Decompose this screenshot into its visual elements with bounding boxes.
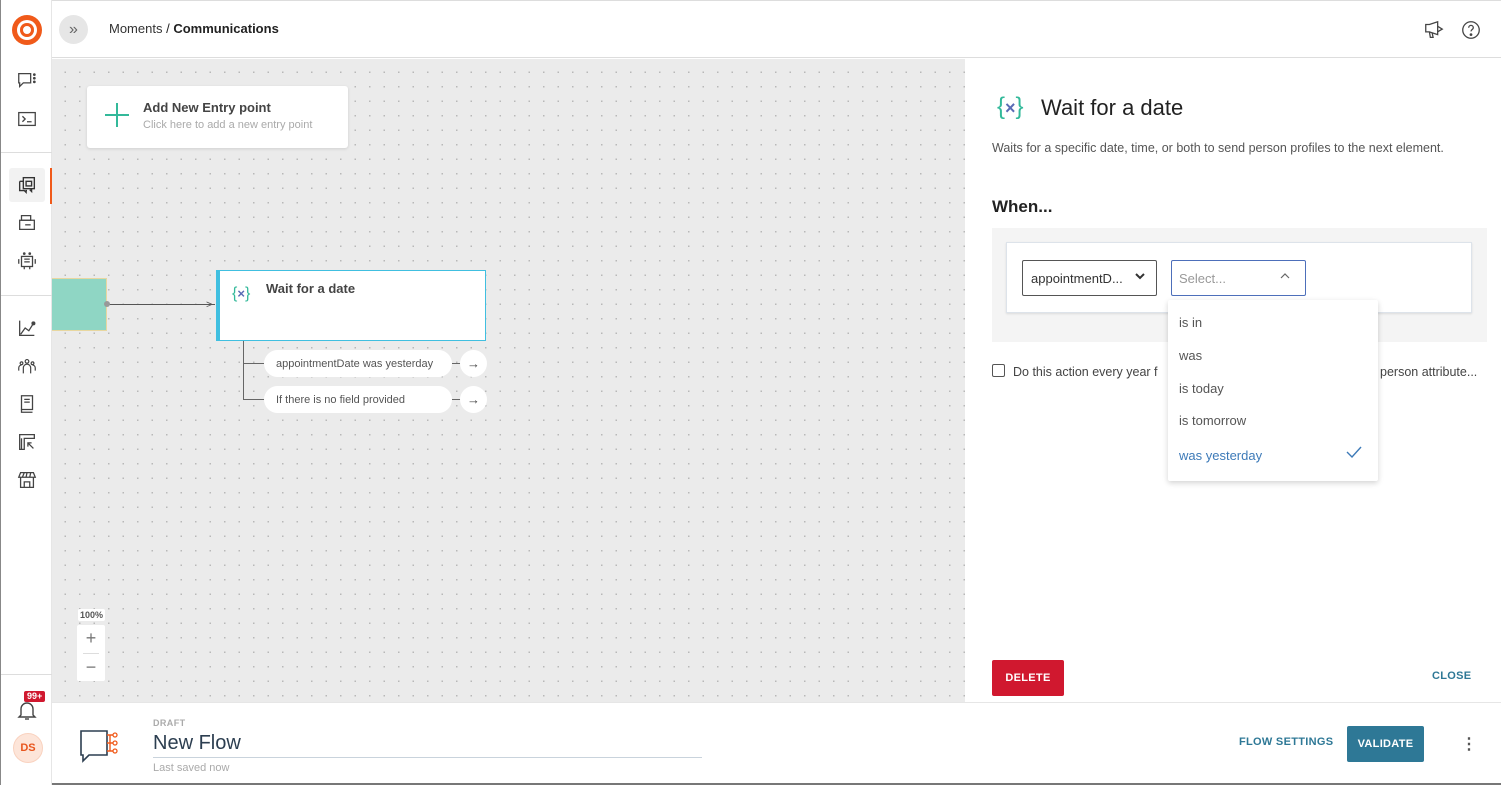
zoom-controls: + − <box>77 625 105 681</box>
nav-divider <box>1 674 52 675</box>
connector-line <box>107 304 215 305</box>
nav-exports-icon[interactable] <box>9 425 45 459</box>
plus-icon <box>104 102 130 128</box>
chevron-up-icon <box>1279 270 1291 285</box>
breadcrumb: Moments / Communications <box>109 21 279 36</box>
entry-point-title: Add New Entry point <box>143 100 271 115</box>
entry-point-subtitle: Click here to add a new entry point <box>143 119 313 131</box>
wait-node-title: Wait for a date <box>266 281 356 296</box>
nav-conversations-icon[interactable] <box>9 64 45 98</box>
nav-divider <box>1 295 52 296</box>
operator-option-is-today[interactable]: is today <box>1179 381 1224 396</box>
repeat-yearly-label: Do this action every year f <box>1013 365 1158 379</box>
zoom-in-button[interactable]: + <box>77 625 105 652</box>
operator-option-was[interactable]: was <box>1179 348 1202 363</box>
variable-braces-icon: {×} <box>232 285 251 302</box>
add-entry-point-card[interactable]: Add New Entry point Click here to add a … <box>87 86 348 148</box>
close-button[interactable]: CLOSE <box>1432 670 1471 682</box>
breadcrumb-moments[interactable]: Moments <box>109 21 162 36</box>
nav-console-icon[interactable] <box>9 102 45 136</box>
operator-select-placeholder: Select... <box>1179 270 1226 286</box>
branch-pill[interactable]: If there is no field provided <box>264 386 452 413</box>
operator-select[interactable]: Select... <box>1171 260 1306 296</box>
double-chevron-right-icon: » <box>69 20 78 38</box>
repeat-yearly-label-tail: person attribute... <box>1380 365 1478 379</box>
panel-title: Wait for a date <box>1041 95 1184 120</box>
top-header: » Moments / Communications <box>52 0 1501 58</box>
zoom-level: 100% <box>78 609 106 621</box>
nav-people-icon[interactable] <box>9 349 45 383</box>
brand-logo[interactable] <box>12 15 42 45</box>
last-saved-text: Last saved now <box>153 762 230 774</box>
flow-canvas[interactable]: Add New Entry point Click here to add a … <box>52 59 965 702</box>
zoom-out-button[interactable]: − <box>77 654 105 681</box>
branch-line <box>243 341 244 400</box>
nav-moments-icon[interactable] <box>9 168 45 202</box>
nav-store-icon[interactable] <box>9 463 45 497</box>
repeat-yearly-checkbox-row[interactable] <box>992 364 1013 377</box>
operator-option-is-in[interactable]: is in <box>1179 315 1202 330</box>
operator-option-is-tomorrow[interactable]: is tomorrow <box>1179 413 1246 428</box>
breadcrumb-current: Communications <box>173 21 279 36</box>
operator-dropdown-menu: is in was is today is tomorrow was yeste… <box>1168 300 1378 481</box>
chevron-down-icon <box>1134 270 1146 285</box>
checkmark-icon <box>1346 446 1362 458</box>
flow-chat-icon <box>80 730 118 763</box>
notification-count-badge: 99+ <box>24 691 46 702</box>
branch-arrow-right-icon[interactable]: → <box>460 386 487 413</box>
connector-handle[interactable] <box>104 301 110 307</box>
announcements-megaphone-icon[interactable] <box>1423 19 1445 41</box>
variable-braces-icon: {×} <box>997 93 1024 120</box>
attribute-select-value: appointmentD... <box>1031 270 1123 286</box>
more-options-icon[interactable]: ⋮ <box>1461 733 1477 755</box>
entry-node[interactable] <box>52 278 107 331</box>
validate-button[interactable]: VALIDATE <box>1347 726 1424 762</box>
flow-status-label: DRAFT <box>153 718 186 728</box>
flow-footer: DRAFT New Flow Last saved now FLOW SETTI… <box>52 702 1501 785</box>
user-avatar[interactable]: DS <box>13 733 43 763</box>
breadcrumb-separator: / <box>166 21 170 36</box>
operator-option-was-yesterday[interactable]: was yesterday <box>1179 448 1262 463</box>
flow-name-input[interactable]: New Flow <box>153 732 702 758</box>
branch-arrow-right-icon[interactable]: → <box>460 350 487 377</box>
nav-analytics-icon[interactable] <box>9 311 45 345</box>
flow-settings-button[interactable]: FLOW SETTINGS <box>1239 736 1333 748</box>
expand-sidebar-button[interactable]: » <box>59 15 88 44</box>
nav-templates-icon[interactable] <box>9 206 45 240</box>
branch-pill[interactable]: appointmentDate was yesterday <box>264 350 452 377</box>
repeat-yearly-checkbox[interactable] <box>992 364 1005 377</box>
left-navigation: 99+ DS <box>0 0 52 785</box>
nav-bots-icon[interactable] <box>9 244 45 278</box>
connector-arrowhead-icon: > <box>206 299 213 311</box>
wait-for-date-node[interactable]: {×} Wait for a date <box>216 270 486 341</box>
branch-line <box>243 399 265 400</box>
panel-description: Waits for a specific date, time, or both… <box>992 141 1444 155</box>
help-icon[interactable] <box>1460 19 1482 41</box>
nav-knowledge-icon[interactable] <box>9 387 45 421</box>
attribute-select[interactable]: appointmentD... <box>1022 260 1157 296</box>
when-heading: When... <box>992 197 1053 216</box>
delete-button[interactable]: DELETE <box>992 660 1064 696</box>
branch-line <box>243 363 265 364</box>
nav-divider <box>1 152 52 153</box>
